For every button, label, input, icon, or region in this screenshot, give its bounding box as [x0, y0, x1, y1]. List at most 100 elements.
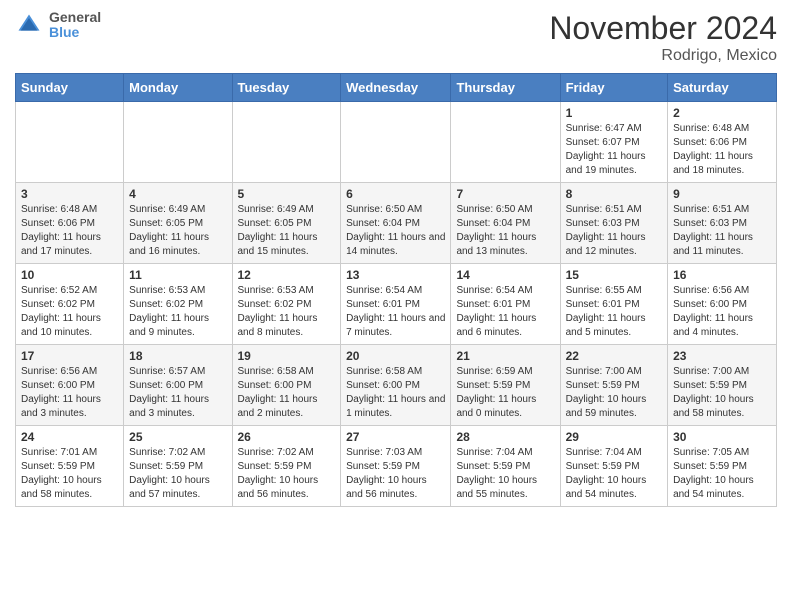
day-info: Sunrise: 6:56 AMSunset: 6:00 PMDaylight:… [673, 284, 771, 340]
weekday-header: Thursday [451, 74, 560, 102]
day-info: Sunrise: 6:48 AMSunset: 6:06 PMDaylight:… [673, 122, 771, 178]
month-title: November 2024 [549, 10, 777, 47]
day-number: 12 [238, 268, 336, 282]
weekday-header: Wednesday [341, 74, 451, 102]
day-number: 26 [238, 430, 336, 444]
day-info: Sunrise: 7:02 AMSunset: 5:59 PMDaylight:… [129, 446, 226, 502]
day-number: 2 [673, 106, 771, 120]
day-info: Sunrise: 6:53 AMSunset: 6:02 PMDaylight:… [238, 284, 336, 340]
calendar-cell: 25 Sunrise: 7:02 AMSunset: 5:59 PMDayligh… [124, 426, 232, 507]
calendar-cell: 8 Sunrise: 6:51 AMSunset: 6:03 PMDaylight… [560, 183, 667, 264]
calendar-cell [341, 102, 451, 183]
day-number: 25 [129, 430, 226, 444]
day-number: 10 [21, 268, 118, 282]
day-info: Sunrise: 6:54 AMSunset: 6:01 PMDaylight:… [456, 284, 554, 340]
day-number: 30 [673, 430, 771, 444]
page: General Blue November 2024 Rodrigo, Mexi… [0, 0, 792, 522]
day-info: Sunrise: 6:58 AMSunset: 6:00 PMDaylight:… [346, 365, 445, 421]
day-number: 22 [566, 349, 662, 363]
calendar-cell: 16 Sunrise: 6:56 AMSunset: 6:00 PMDayligh… [668, 264, 777, 345]
calendar-week-row: 10 Sunrise: 6:52 AMSunset: 6:02 PMDayligh… [16, 264, 777, 345]
calendar-cell: 11 Sunrise: 6:53 AMSunset: 6:02 PMDayligh… [124, 264, 232, 345]
day-info: Sunrise: 6:50 AMSunset: 6:04 PMDaylight:… [346, 203, 445, 259]
calendar-week-row: 24 Sunrise: 7:01 AMSunset: 5:59 PMDayligh… [16, 426, 777, 507]
weekday-header: Monday [124, 74, 232, 102]
day-info: Sunrise: 7:02 AMSunset: 5:59 PMDaylight:… [238, 446, 336, 502]
calendar-cell: 20 Sunrise: 6:58 AMSunset: 6:00 PMDayligh… [341, 345, 451, 426]
calendar-cell: 27 Sunrise: 7:03 AMSunset: 5:59 PMDayligh… [341, 426, 451, 507]
calendar-cell: 28 Sunrise: 7:04 AMSunset: 5:59 PMDayligh… [451, 426, 560, 507]
day-number: 5 [238, 187, 336, 201]
day-number: 9 [673, 187, 771, 201]
day-info: Sunrise: 6:49 AMSunset: 6:05 PMDaylight:… [238, 203, 336, 259]
calendar-cell: 14 Sunrise: 6:54 AMSunset: 6:01 PMDayligh… [451, 264, 560, 345]
day-info: Sunrise: 6:50 AMSunset: 6:04 PMDaylight:… [456, 203, 554, 259]
day-info: Sunrise: 6:51 AMSunset: 6:03 PMDaylight:… [673, 203, 771, 259]
logo-text: General Blue [49, 10, 101, 41]
calendar-cell [124, 102, 232, 183]
day-number: 16 [673, 268, 771, 282]
day-number: 21 [456, 349, 554, 363]
day-info: Sunrise: 6:49 AMSunset: 6:05 PMDaylight:… [129, 203, 226, 259]
day-number: 24 [21, 430, 118, 444]
calendar-cell: 7Sunrise: 6:50 AMSunset: 6:04 PMDaylight… [451, 183, 560, 264]
location: Rodrigo, Mexico [549, 47, 777, 65]
day-number: 11 [129, 268, 226, 282]
day-info: Sunrise: 6:52 AMSunset: 6:02 PMDaylight:… [21, 284, 118, 340]
calendar-week-row: 3 Sunrise: 6:48 AMSunset: 6:06 PMDaylight… [16, 183, 777, 264]
calendar-cell: 19 Sunrise: 6:58 AMSunset: 6:00 PMDayligh… [232, 345, 341, 426]
calendar-cell: 15 Sunrise: 6:55 AMSunset: 6:01 PMDayligh… [560, 264, 667, 345]
day-number: 23 [673, 349, 771, 363]
day-info: Sunrise: 6:47 AMSunset: 6:07 PMDaylight:… [566, 122, 662, 178]
day-number: 19 [238, 349, 336, 363]
day-info: Sunrise: 6:51 AMSunset: 6:03 PMDaylight:… [566, 203, 662, 259]
calendar-cell: 18Sunrise: 6:57 AMSunset: 6:00 PMDayligh… [124, 345, 232, 426]
calendar-cell [232, 102, 341, 183]
day-number: 28 [456, 430, 554, 444]
logo-line2: Blue [49, 25, 101, 40]
calendar-cell: 9 Sunrise: 6:51 AMSunset: 6:03 PMDaylight… [668, 183, 777, 264]
day-number: 29 [566, 430, 662, 444]
calendar-cell: 17Sunrise: 6:56 AMSunset: 6:00 PMDayligh… [16, 345, 124, 426]
weekday-header: Friday [560, 74, 667, 102]
day-info: Sunrise: 7:04 AMSunset: 5:59 PMDaylight:… [566, 446, 662, 502]
day-number: 15 [566, 268, 662, 282]
calendar-week-row: 17Sunrise: 6:56 AMSunset: 6:00 PMDayligh… [16, 345, 777, 426]
day-number: 8 [566, 187, 662, 201]
calendar-cell: 24 Sunrise: 7:01 AMSunset: 5:59 PMDayligh… [16, 426, 124, 507]
calendar-cell: 3 Sunrise: 6:48 AMSunset: 6:06 PMDaylight… [16, 183, 124, 264]
calendar-cell [16, 102, 124, 183]
calendar-cell: 6Sunrise: 6:50 AMSunset: 6:04 PMDaylight… [341, 183, 451, 264]
calendar-cell: 2 Sunrise: 6:48 AMSunset: 6:06 PMDaylight… [668, 102, 777, 183]
header: General Blue November 2024 Rodrigo, Mexi… [15, 10, 777, 65]
calendar-cell: 26 Sunrise: 7:02 AMSunset: 5:59 PMDayligh… [232, 426, 341, 507]
calendar-week-row: 1 Sunrise: 6:47 AMSunset: 6:07 PMDaylight… [16, 102, 777, 183]
weekday-header: Sunday [16, 74, 124, 102]
day-number: 20 [346, 349, 445, 363]
calendar-cell: 22 Sunrise: 7:00 AMSunset: 5:59 PMDayligh… [560, 345, 667, 426]
day-info: Sunrise: 6:57 AMSunset: 6:00 PMDaylight:… [129, 365, 226, 421]
day-info: Sunrise: 6:48 AMSunset: 6:06 PMDaylight:… [21, 203, 118, 259]
calendar-cell: 1 Sunrise: 6:47 AMSunset: 6:07 PMDaylight… [560, 102, 667, 183]
calendar-header-row: SundayMondayTuesdayWednesdayThursdayFrid… [16, 74, 777, 102]
logo-icon [15, 11, 43, 39]
day-info: Sunrise: 6:58 AMSunset: 6:00 PMDaylight:… [238, 365, 336, 421]
weekday-header: Saturday [668, 74, 777, 102]
day-number: 4 [129, 187, 226, 201]
day-number: 17 [21, 349, 118, 363]
day-info: Sunrise: 7:04 AMSunset: 5:59 PMDaylight:… [456, 446, 554, 502]
weekday-header: Tuesday [232, 74, 341, 102]
day-number: 27 [346, 430, 445, 444]
calendar-cell: 5 Sunrise: 6:49 AMSunset: 6:05 PMDaylight… [232, 183, 341, 264]
day-info: Sunrise: 7:03 AMSunset: 5:59 PMDaylight:… [346, 446, 445, 502]
day-info: Sunrise: 7:00 AMSunset: 5:59 PMDaylight:… [566, 365, 662, 421]
day-info: Sunrise: 6:55 AMSunset: 6:01 PMDaylight:… [566, 284, 662, 340]
day-number: 1 [566, 106, 662, 120]
calendar-cell: 23Sunrise: 7:00 AMSunset: 5:59 PMDayligh… [668, 345, 777, 426]
calendar-cell: 4 Sunrise: 6:49 AMSunset: 6:05 PMDaylight… [124, 183, 232, 264]
day-number: 14 [456, 268, 554, 282]
day-info: Sunrise: 7:01 AMSunset: 5:59 PMDaylight:… [21, 446, 118, 502]
day-info: Sunrise: 6:53 AMSunset: 6:02 PMDaylight:… [129, 284, 226, 340]
day-number: 3 [21, 187, 118, 201]
calendar-cell: 30Sunrise: 7:05 AMSunset: 5:59 PMDayligh… [668, 426, 777, 507]
